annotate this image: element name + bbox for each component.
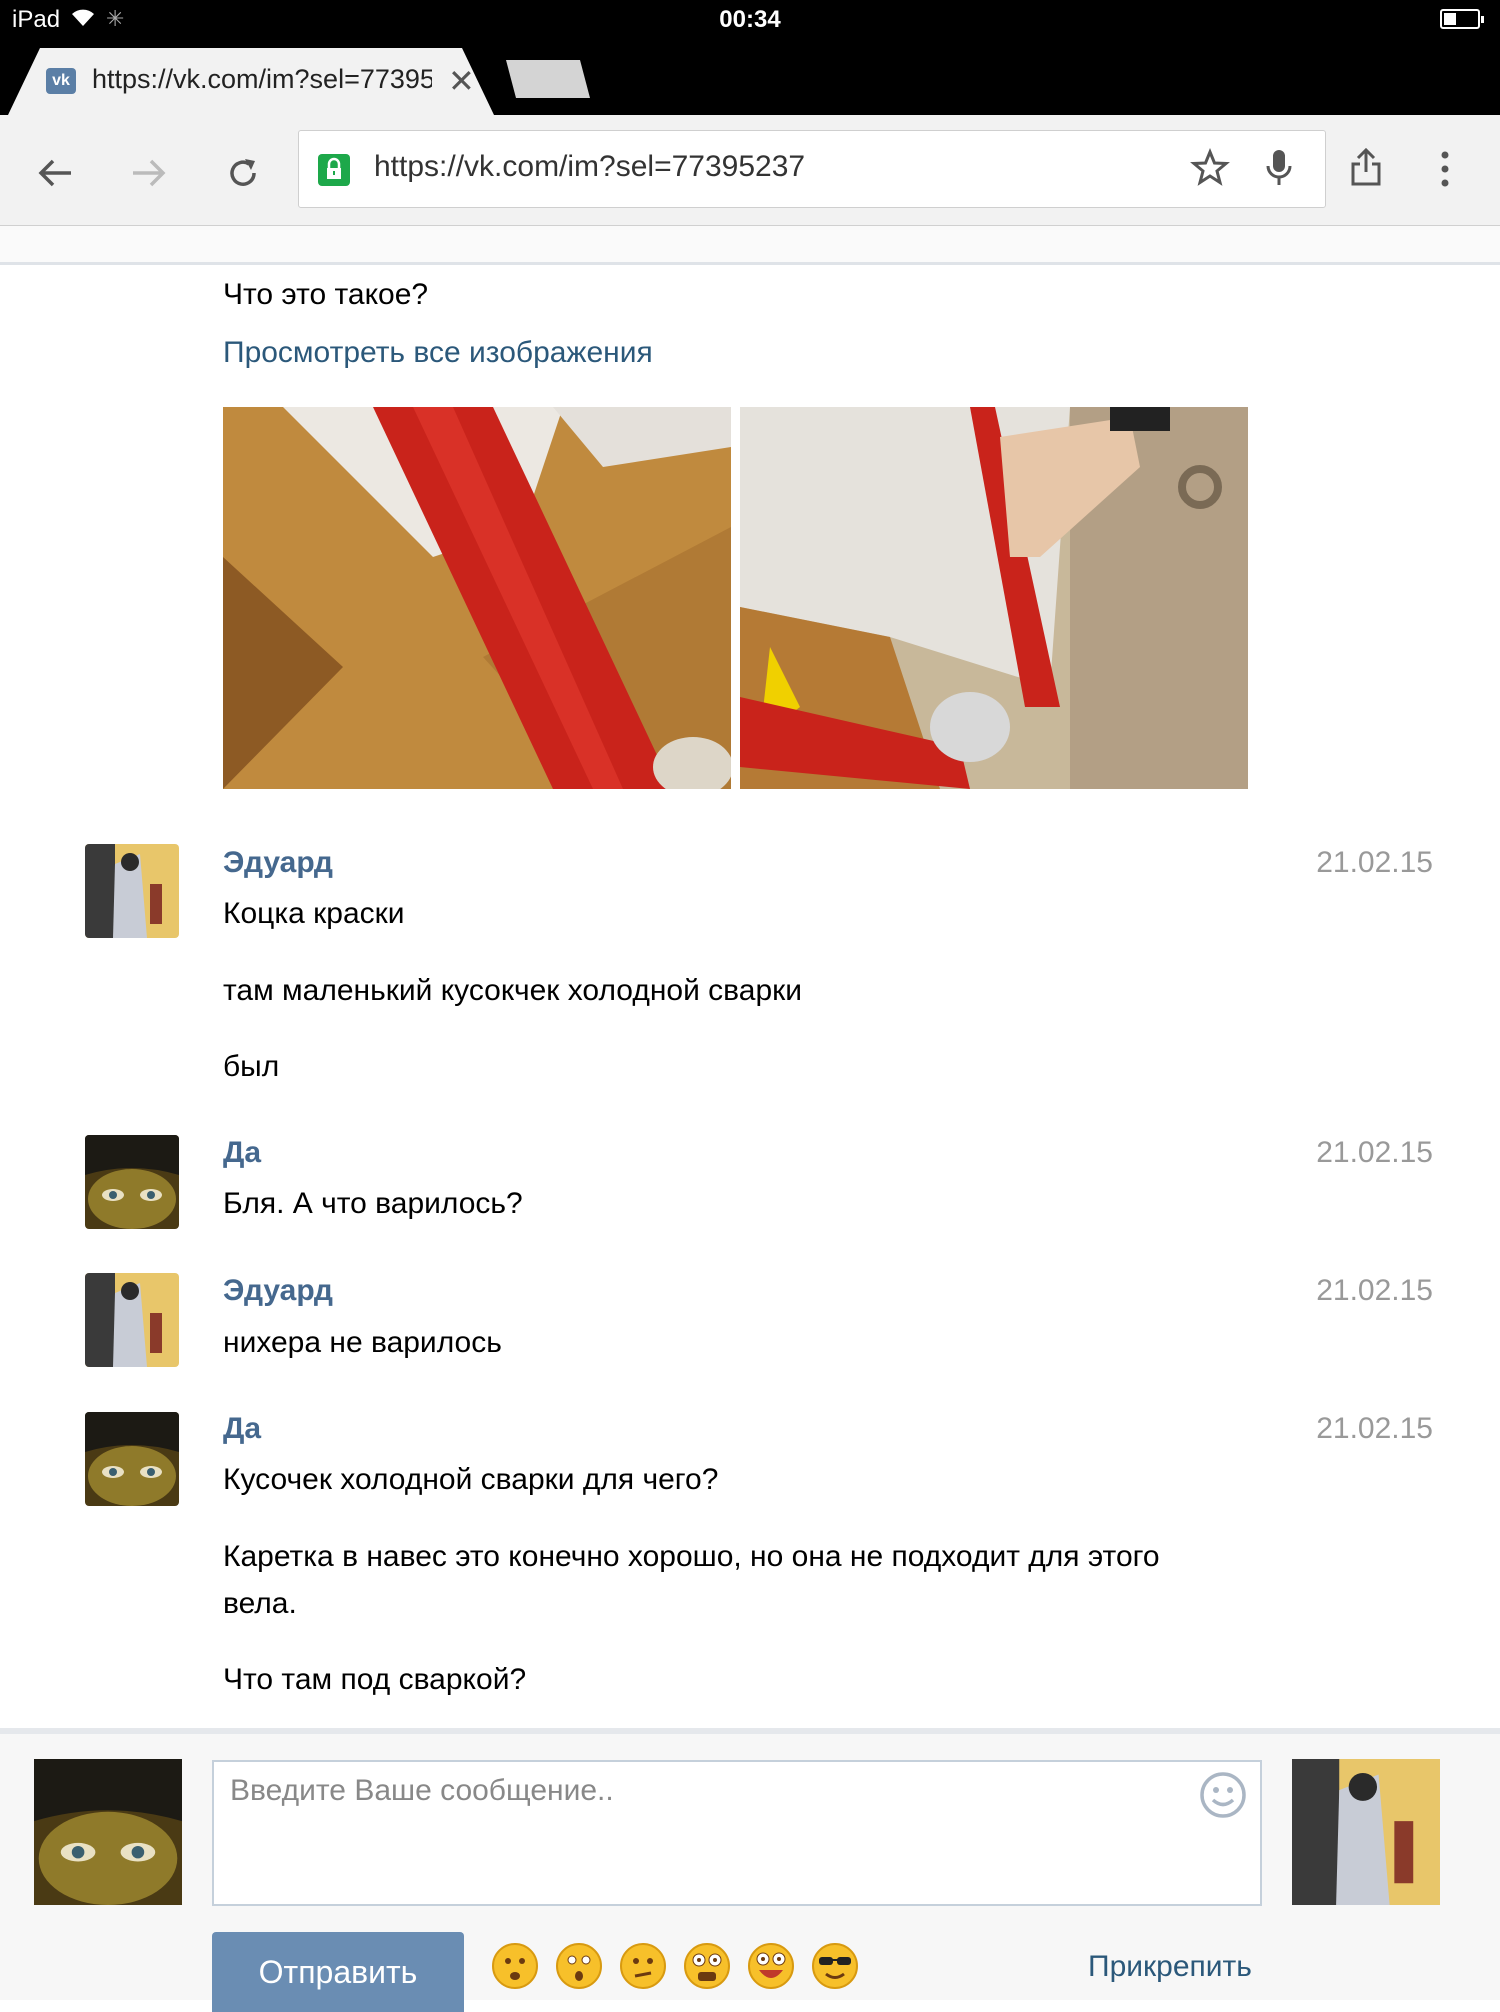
message-text: Что там под сваркой? — [223, 1663, 527, 1696]
my-avatar[interactable] — [34, 1759, 182, 1905]
emoji-surprised-icon[interactable] — [555, 1942, 603, 1990]
reload-icon[interactable] — [218, 148, 268, 198]
message-date: 21.02.15 — [1316, 1412, 1433, 1445]
send-button[interactable]: Отправить — [212, 1932, 464, 2012]
vk-favicon-icon: vk — [46, 68, 76, 94]
avatar[interactable] — [85, 844, 179, 938]
message-text: там маленький кусокчек холодной сварки — [223, 974, 803, 1007]
emoji-grinning-icon[interactable] — [747, 1942, 795, 1990]
message-input[interactable] — [212, 1760, 1262, 1906]
avatar[interactable] — [85, 1273, 179, 1367]
status-time: 00:34 — [719, 6, 781, 33]
tab-title: https://vk.com/im?sel=77395237 — [92, 64, 432, 94]
message-text: был — [223, 1050, 280, 1083]
message-text: Кусочек холодной сварки для чего? — [223, 1463, 719, 1496]
new-tab-button[interactable] — [506, 60, 590, 98]
emoji-frown-icon[interactable] — [491, 1942, 539, 1990]
lock-icon — [318, 154, 350, 186]
message-text: Коцка краски — [223, 897, 405, 930]
message-date: 21.02.15 — [1316, 846, 1433, 879]
message-author[interactable]: Да — [223, 1412, 261, 1446]
peer-avatar[interactable] — [1292, 1759, 1440, 1905]
message-text: Бля. А что варилось? — [223, 1187, 523, 1220]
smiley-icon[interactable] — [1198, 1770, 1248, 1825]
microphone-icon[interactable] — [1264, 148, 1294, 193]
attach-link[interactable]: Прикрепить — [1088, 1950, 1252, 1984]
emoji-scared-icon[interactable] — [683, 1942, 731, 1990]
photo-attachment-1[interactable] — [223, 407, 731, 789]
menu-dots-icon[interactable] — [1438, 150, 1452, 193]
emoji-confused-icon[interactable] — [619, 1942, 667, 1990]
photo-attachment-2[interactable] — [740, 407, 1248, 789]
page-header-strip — [0, 226, 1500, 265]
message-text: Каретка в навес это конечно хорошо, но о… — [223, 1540, 1160, 1573]
battery-icon — [1440, 9, 1484, 29]
message-text: нихера не варилось — [223, 1326, 502, 1359]
message-author[interactable]: Эдуард — [223, 846, 333, 880]
message-date: 21.02.15 — [1316, 1136, 1433, 1169]
star-icon[interactable] — [1190, 148, 1230, 193]
emoji-sunglasses-icon[interactable] — [811, 1942, 859, 1990]
message-author[interactable]: Да — [223, 1136, 261, 1170]
message-text: вела. — [223, 1587, 297, 1620]
view-all-images-link[interactable]: Просмотреть все изображения — [223, 336, 653, 370]
share-icon[interactable] — [1350, 146, 1382, 193]
url-text[interactable]: https://vk.com/im?sel=77395237 — [374, 150, 805, 184]
forward-arrow-icon[interactable] — [124, 148, 174, 198]
avatar[interactable] — [85, 1412, 179, 1506]
back-arrow-icon[interactable] — [30, 148, 80, 198]
tab-close-icon[interactable]: ✕ — [448, 62, 475, 100]
message-author[interactable]: Эдуард — [223, 1274, 333, 1308]
message-text: Что это такое? — [223, 278, 429, 311]
avatar[interactable] — [85, 1135, 179, 1229]
message-date: 21.02.15 — [1316, 1274, 1433, 1307]
